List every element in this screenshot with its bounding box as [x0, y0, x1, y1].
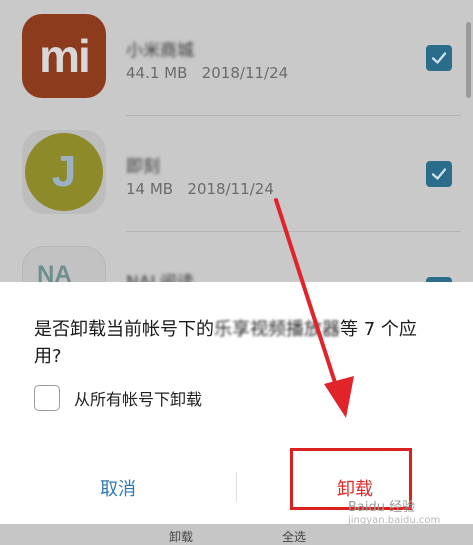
dialog-message: 是否卸载当前帐号下的乐享视频播放器等 7 个应用?: [34, 319, 417, 367]
checkbox-label: 从所有帐号下卸载: [74, 390, 203, 409]
app-checkbox[interactable]: [426, 45, 452, 71]
mi-logo-icon: mi: [22, 14, 106, 98]
j-logo-icon: J: [22, 130, 106, 214]
app-checkbox[interactable]: [426, 161, 452, 187]
app-size: 44.1 MB: [126, 64, 188, 82]
list-item[interactable]: NA NAL阅读: [0, 232, 473, 282]
checkmark-icon: [431, 168, 447, 180]
uninstall-all-accounts-checkbox[interactable]: [34, 385, 60, 411]
select-all-button[interactable]: 全选: [282, 528, 306, 545]
list-item[interactable]: mi 小米商城 44.1 MB 2018/11/24: [0, 0, 473, 116]
app-name: 小米商城: [126, 41, 194, 61]
app-name: 即刻: [126, 157, 160, 177]
app-date: 2018/11/24: [201, 64, 289, 82]
app-name-blurred: 乐享视频播放器: [214, 319, 340, 340]
cancel-button[interactable]: 取消: [0, 468, 236, 508]
app-meta: 44.1 MB 2018/11/24: [126, 64, 288, 82]
checkmark-icon: [431, 52, 447, 64]
bottom-uninstall-button[interactable]: 卸载: [169, 528, 193, 545]
app-meta: 14 MB 2018/11/24: [126, 180, 274, 198]
watermark: Baidu 经验 jingyan.baidu.com: [348, 500, 441, 526]
app-name: NAL阅读: [126, 268, 194, 282]
uninstall-all-accounts-option[interactable]: 从所有帐号下卸载: [34, 385, 202, 411]
app-logo-icon: NA: [22, 246, 106, 282]
list-item[interactable]: J 即刻 14 MB 2018/11/24: [0, 116, 473, 232]
bottom-action-bar: 卸载 全选: [0, 524, 473, 545]
app-date: 2018/11/24: [187, 180, 274, 198]
uninstall-dialog: 是否卸载当前帐号下的乐享视频播放器等 7 个应用? 从所有帐号下卸载 取消 卸载: [0, 282, 473, 524]
app-list: mi 小米商城 44.1 MB 2018/11/24 J 即刻 14 MB 20…: [0, 0, 473, 282]
app-size: 14 MB: [126, 180, 174, 198]
